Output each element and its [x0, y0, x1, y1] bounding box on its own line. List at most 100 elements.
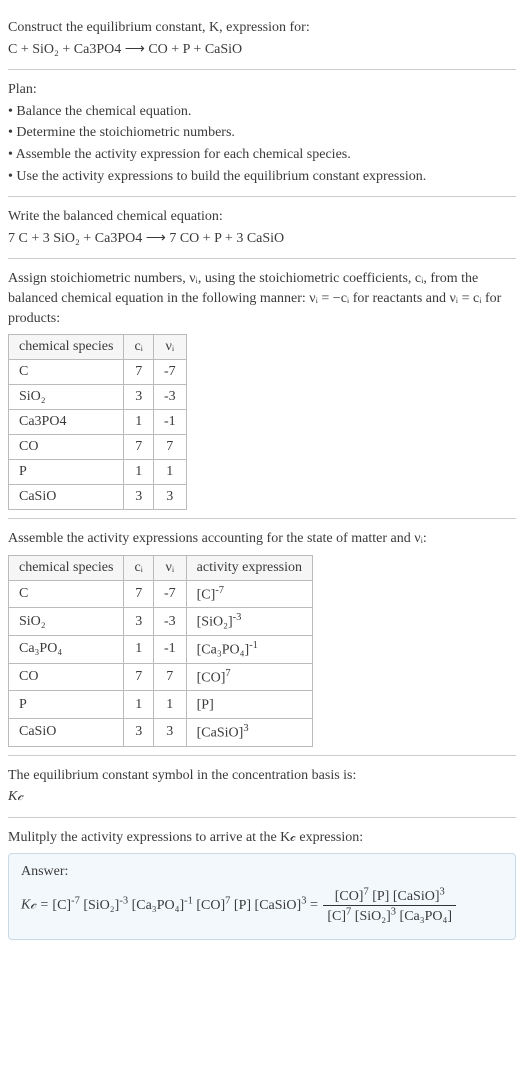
- cell-ci: 3: [124, 485, 154, 510]
- intro-line1: Construct the equilibrium constant, K, e…: [8, 18, 516, 38]
- cell-species: SiO₂: [9, 608, 124, 636]
- assign-text: Assign stoichiometric numbers, νᵢ, using…: [8, 269, 516, 328]
- cell-vi: 7: [153, 435, 186, 460]
- term-4: [P]: [234, 898, 251, 913]
- term-exp: 3: [391, 906, 396, 917]
- term-exp: 3: [301, 895, 306, 906]
- den-term-1: [SiO₂]3: [355, 909, 396, 924]
- term-base: [C]: [327, 909, 346, 924]
- table-row: CO77: [9, 435, 187, 460]
- term-0: [C]-7: [52, 898, 79, 913]
- ae-exp: -1: [249, 640, 258, 651]
- cell-ci: 3: [124, 719, 154, 747]
- ae-exp: 3: [243, 723, 248, 734]
- activities-table: chemical species cᵢ νᵢ activity expressi…: [8, 555, 313, 747]
- table-row: CaSiO 3 3 [CaSiO]3: [9, 719, 313, 747]
- cell-species: C: [9, 580, 124, 608]
- cell-activity-expr: [Ca₃PO₄]-1: [186, 636, 312, 664]
- cell-species: CO: [9, 663, 124, 691]
- table-row: SiO₂3-3: [9, 385, 187, 410]
- ae-base: [SiO₂]: [197, 615, 233, 630]
- section-assign: Assign stoichiometric numbers, νᵢ, using…: [8, 259, 516, 519]
- term-exp: -7: [71, 895, 80, 906]
- table-row: P 1 1 [P]: [9, 691, 313, 719]
- ae-base: [Ca₃PO₄]: [197, 643, 250, 658]
- num-term-0: [CO]7: [335, 889, 369, 904]
- num-term-2: [CaSiO]3: [393, 889, 445, 904]
- answer-eq: =: [310, 898, 321, 913]
- section-intro: Construct the equilibrium constant, K, e…: [8, 8, 516, 70]
- symbol-kc: K𝒸: [8, 787, 516, 807]
- cell-activity-expr: [SiO₂]-3: [186, 608, 312, 636]
- cell-species: Ca₃PO₄: [9, 636, 124, 664]
- cell-vi: 1: [153, 691, 186, 719]
- term-base: [P]: [372, 889, 389, 904]
- table-row: SiO₂ 3 -3 [SiO₂]-3: [9, 608, 313, 636]
- ae-exp: 7: [225, 668, 230, 679]
- cell-vi: -3: [153, 608, 186, 636]
- term-2: [Ca₃PO₄]-1: [132, 898, 193, 913]
- multiply-text: Mulitply the activity expressions to arr…: [8, 828, 516, 848]
- balanced-heading: Write the balanced chemical equation:: [8, 207, 516, 227]
- term-5: [CaSiO]3: [255, 898, 307, 913]
- answer-equation: K𝒸 = [C]-7 [SiO₂]-3 [Ca₃PO₄]-1 [CO]7 [P]…: [21, 886, 503, 924]
- term-1: [SiO₂]-3: [83, 898, 128, 913]
- table-row: Ca3PO41-1: [9, 410, 187, 435]
- term-exp: -1: [184, 895, 193, 906]
- table-row: P11: [9, 460, 187, 485]
- cell-vi: 3: [153, 485, 186, 510]
- fraction-denominator: [C]7 [SiO₂]3 [Ca₃PO₄]: [323, 906, 456, 925]
- term-base: [P]: [234, 898, 251, 913]
- cell-vi: -3: [153, 385, 186, 410]
- cell-vi: 7: [153, 663, 186, 691]
- section-plan: Plan: • Balance the chemical equation. •…: [8, 70, 516, 197]
- ae-base: [C]: [197, 587, 216, 602]
- term-base: [Ca₃PO₄]: [132, 898, 185, 913]
- term-base: [CO]: [196, 898, 225, 913]
- cell-species: P: [9, 691, 124, 719]
- cell-vi: -1: [153, 636, 186, 664]
- intro-equation: C + SiO₂ + Ca3PO4 ⟶ CO + P + CaSiO: [8, 40, 516, 60]
- cell-ci: 7: [124, 435, 154, 460]
- cell-vi: -1: [153, 410, 186, 435]
- ae-base: [P]: [197, 698, 214, 713]
- table-row: C7-7: [9, 360, 187, 385]
- answer-label: Answer:: [21, 864, 503, 880]
- cell-ci: 7: [124, 360, 154, 385]
- cell-species: SiO₂: [9, 385, 124, 410]
- ae-base: [CaSiO]: [197, 726, 244, 741]
- term-exp: 7: [363, 886, 368, 897]
- section-activities: Assemble the activity expressions accoun…: [8, 519, 516, 756]
- table-row: Ca₃PO₄ 1 -1 [Ca₃PO₄]-1: [9, 636, 313, 664]
- assign-table: chemical species cᵢ νᵢ C7-7 SiO₂3-3 Ca3P…: [8, 334, 187, 510]
- answer-fraction: [CO]7 [P] [CaSiO]3 [C]7 [SiO₂]3 [Ca₃PO₄]: [323, 886, 456, 924]
- symbol-line1: The equilibrium constant symbol in the c…: [8, 766, 516, 786]
- table-row: CaSiO33: [9, 485, 187, 510]
- intro-line1-text: Construct the equilibrium constant, K, e…: [8, 20, 310, 35]
- ae-exp: -7: [215, 585, 224, 596]
- den-term-0: [C]7: [327, 909, 351, 924]
- cell-vi: 3: [153, 719, 186, 747]
- table-header-row: chemical species cᵢ νᵢ: [9, 335, 187, 360]
- section-multiply: Mulitply the activity expressions to arr…: [8, 818, 516, 948]
- cell-vi: -7: [153, 360, 186, 385]
- cell-activity-expr: [C]-7: [186, 580, 312, 608]
- answer-lhs: K𝒸 =: [21, 898, 52, 913]
- table-row: CO 7 7 [CO]7: [9, 663, 313, 691]
- term-base: [SiO₂]: [83, 898, 119, 913]
- cell-ci: 3: [124, 608, 154, 636]
- cell-species: CaSiO: [9, 719, 124, 747]
- act-th-ci: cᵢ: [124, 555, 154, 580]
- assign-th-ci: cᵢ: [124, 335, 154, 360]
- ae-base: [CO]: [197, 670, 226, 685]
- cell-vi: -7: [153, 580, 186, 608]
- cell-ci: 1: [124, 410, 154, 435]
- term-base: [SiO₂]: [355, 909, 391, 924]
- cell-species: C: [9, 360, 124, 385]
- plan-bullet-0: • Balance the chemical equation.: [8, 102, 516, 122]
- den-term-2: [Ca₃PO₄]: [400, 909, 453, 924]
- term-base: [CO]: [335, 889, 364, 904]
- plan-bullet-3: • Use the activity expressions to build …: [8, 167, 516, 187]
- cell-ci: 1: [124, 460, 154, 485]
- cell-activity-expr: [CO]7: [186, 663, 312, 691]
